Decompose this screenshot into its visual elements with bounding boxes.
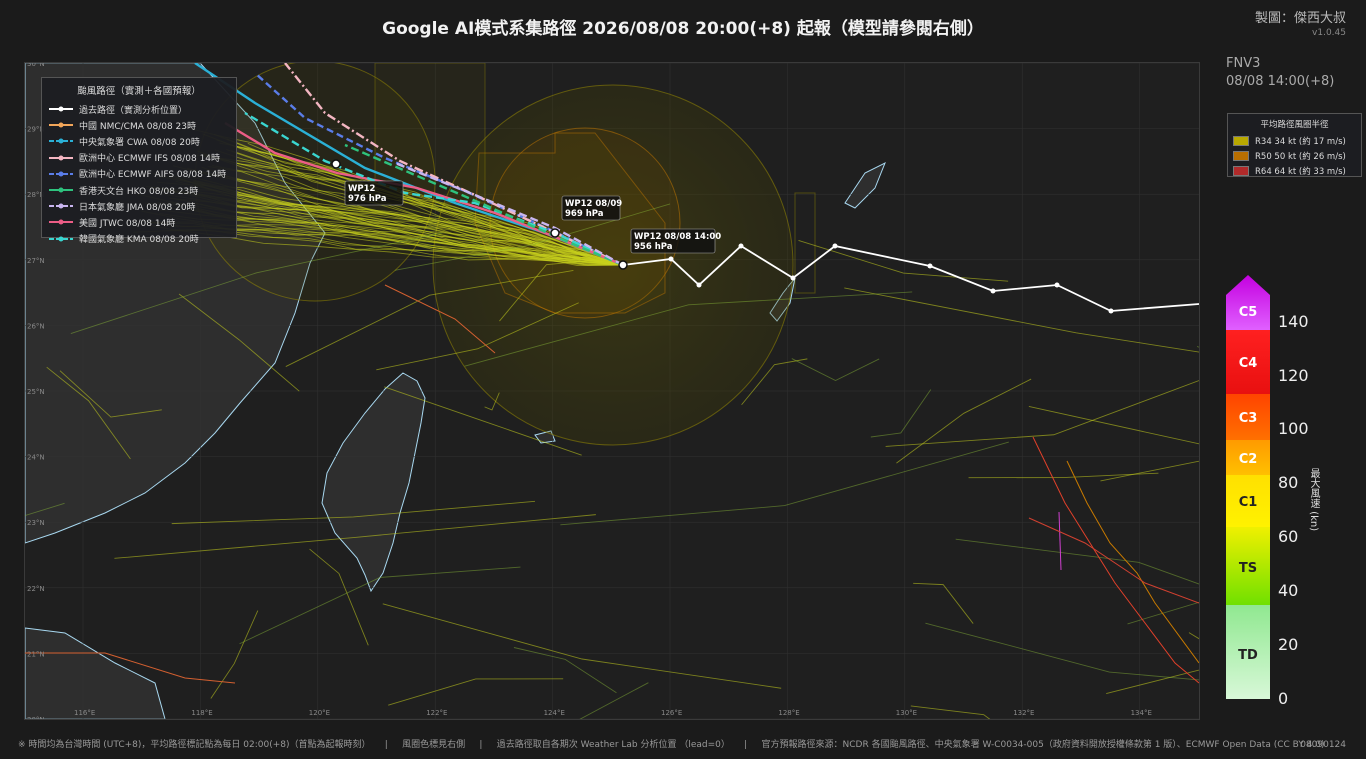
lat-tick: 21°N: [27, 650, 45, 658]
lon-tick: 124°E: [544, 709, 565, 717]
legend-item-label: 韓國氣象廳 KMA 08/08 20時: [79, 235, 199, 246]
ts-label: TS: [1239, 561, 1257, 576]
legend-item: 香港天文台 HKO 08/08 23時: [42, 182, 236, 198]
annotation-pressure: 976 hPa: [348, 194, 387, 204]
lat-tick: 26°N: [27, 322, 45, 330]
c5-segment: [1226, 275, 1270, 330]
lat-tick: 30°N: [27, 63, 45, 68]
legend-item: 韓國氣象廳 KMA 08/08 20時: [42, 231, 236, 247]
storm-annotation: WP12 08/08 14:00956 hPa: [630, 228, 721, 254]
annotation-time: WP12 08/08 14:00: [634, 232, 721, 242]
wind-radii: [194, 63, 816, 446]
lat-tick: 20°N: [27, 716, 45, 719]
lat-tick: 23°N: [27, 519, 45, 527]
legend-item: 歐洲中心 ECMWF IFS 08/08 14時: [42, 150, 236, 166]
chart-title: Google AI模式系集路徑 2026/08/08 20:00(+8) 起報（…: [382, 19, 984, 39]
storm-annotation: WP12 08/09969 hPa: [561, 195, 622, 221]
legend-item-label: 過去路徑（實測分析位置）: [79, 105, 188, 116]
tick-40: 40: [1278, 581, 1299, 600]
annotation-time: WP12: [348, 184, 376, 194]
model-time: 08/08 14:00(+8): [1226, 74, 1335, 89]
wind-colorbar: C5 C4 C3 C2 C1 TS TD: [1226, 275, 1270, 699]
legend-item-label: 香港天文台 HKO 08/08 23時: [79, 186, 199, 197]
legend-item: 歐洲中心 ECMWF AIFS 08/08 14時: [42, 166, 236, 182]
lon-tick: 130°E: [896, 709, 917, 717]
lon-tick: 120°E: [309, 709, 330, 717]
legend-swatch: [49, 219, 73, 225]
lon-tick: 116°E: [74, 709, 95, 717]
tick-0: 0: [1278, 689, 1289, 708]
footer-id: 08090124: [1300, 740, 1346, 750]
legend-swatch: [49, 203, 73, 209]
c5-label: C5: [1239, 305, 1258, 320]
legend-item-label: 中國 NMC/CMA 08/08 23時: [79, 121, 196, 132]
legend-swatch: [49, 155, 73, 161]
model-name: FNV3: [1226, 56, 1261, 71]
legend-swatch: [49, 106, 73, 112]
legend-item-label: 中央氣象署 CWA 08/08 20時: [79, 137, 200, 148]
c2-label: C2: [1239, 452, 1258, 467]
legend-title: 颱風路徑（實測＋各國預報）: [77, 86, 201, 97]
legend-item-label: 美國 JTWC 08/08 14時: [79, 218, 176, 229]
lon-tick: 122°E: [426, 709, 447, 717]
radii-item: R34 34 kt (約 17 m/s): [1228, 133, 1361, 148]
legend-item-label: 歐洲中心 ECMWF AIFS 08/08 14時: [79, 170, 227, 181]
lat-tick: 27°N: [27, 257, 45, 265]
tick-120: 120: [1278, 366, 1309, 385]
storm-annotation: WP12976 hPa: [344, 180, 404, 206]
annotation-time: WP12 08/09: [565, 199, 622, 209]
legend-swatch: [49, 187, 73, 193]
tick-80: 80: [1278, 473, 1299, 492]
legend-swatch: [49, 171, 73, 177]
footer-note: ※ 時間均為台灣時間 (UTC+8)，平均路徑標記點為每日 02:00(+8)（…: [18, 740, 1325, 750]
c1-label: C1: [1239, 495, 1258, 510]
legend-item: 中央氣象署 CWA 08/08 20時: [42, 133, 236, 149]
tick-20: 20: [1278, 635, 1299, 654]
c4-label: C4: [1239, 356, 1258, 371]
legend-swatch: [49, 122, 73, 128]
credit: 製圖：傑西大叔 v1.0.45: [1255, 12, 1346, 40]
legend-item: 日本氣象廳 JMA 08/08 20時: [42, 198, 236, 214]
radii-item: R50 50 kt (約 26 m/s): [1228, 148, 1361, 163]
radii-swatch: [1233, 135, 1249, 146]
td-label: TD: [1238, 648, 1258, 663]
radii-item-label: R50 50 kt (約 26 m/s): [1255, 151, 1346, 162]
legend-swatch: [49, 236, 73, 242]
legend-item: 美國 JTWC 08/08 14時: [42, 214, 236, 230]
lon-tick: 134°E: [1131, 709, 1152, 717]
c3-label: C3: [1239, 411, 1258, 426]
tick-100: 100: [1278, 419, 1309, 438]
annotation-pressure: 969 hPa: [565, 209, 604, 219]
tick-60: 60: [1278, 527, 1299, 546]
annotation-pressure: 956 hPa: [634, 242, 673, 252]
radii-item-label: R64 64 kt (約 33 m/s): [1255, 166, 1346, 177]
legend-item: 中國 NMC/CMA 08/08 23時: [42, 117, 236, 133]
legend-item: 過去路徑（實測分析位置）: [42, 101, 236, 117]
version-label: v1.0.45: [1312, 28, 1346, 38]
lon-tick: 128°E: [778, 709, 799, 717]
lon-tick: 126°E: [661, 709, 682, 717]
track-legend: 颱風路徑（實測＋各國預報） 過去路徑（實測分析位置） 中國 NMC/CMA 08/…: [41, 77, 237, 245]
colorbar-title: 最大風速 (kn): [1308, 468, 1319, 532]
radii-swatch: [1233, 150, 1249, 161]
legend-swatch: [49, 138, 73, 144]
lon-tick: 118°E: [191, 709, 212, 717]
wind-radii-legend: 平均路徑風圈半徑 R34 34 kt (約 17 m/s) R50 50 kt (…: [1227, 113, 1362, 177]
author-label: 製圖：傑西大叔: [1254, 11, 1346, 26]
tick-140: 140: [1278, 312, 1309, 331]
radii-item: R64 64 kt (約 33 m/s): [1228, 163, 1361, 178]
radii-swatch: [1233, 165, 1249, 176]
lat-tick: 22°N: [27, 585, 45, 593]
model-info: FNV3 08/08 14:00(+8): [1226, 55, 1334, 91]
legend-item-label: 日本氣象廳 JMA 08/08 20時: [79, 202, 196, 213]
lon-tick: 132°E: [1013, 709, 1034, 717]
radii-title: 平均路徑風圈半徑: [1260, 120, 1329, 130]
legend-item-label: 歐洲中心 ECMWF IFS 08/08 14時: [79, 154, 221, 165]
lat-tick: 25°N: [27, 388, 45, 396]
radii-item-label: R34 34 kt (約 17 m/s): [1255, 136, 1346, 147]
lat-tick: 24°N: [27, 454, 45, 462]
